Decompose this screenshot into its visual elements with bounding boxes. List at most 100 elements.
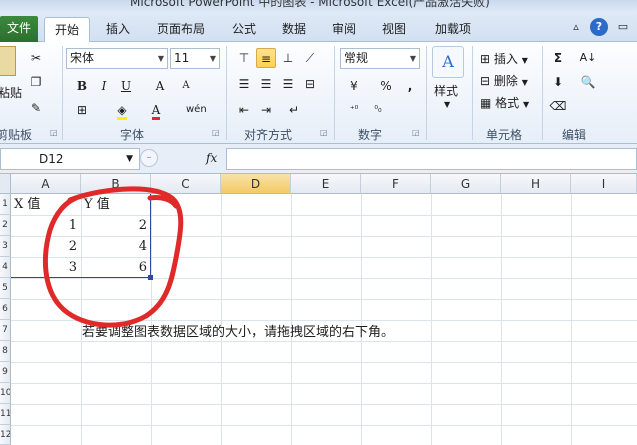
sort-filter-icon[interactable]: A↓ [578,48,598,68]
insert-cells-button[interactable]: ⊞ 插入 ▼ [480,50,528,67]
font-color-icon[interactable]: A [146,100,166,120]
formula-input[interactable] [226,148,637,170]
tab-home[interactable]: 开始 [44,17,90,43]
group-divider [334,46,335,140]
shrink-font-button[interactable]: A [176,76,196,96]
chevron-down-icon: ▼ [126,154,133,164]
increase-decimal-icon[interactable]: ⁺⁰ [344,100,364,120]
copy-icon[interactable]: ❐ [26,72,46,92]
insert-function-button[interactable]: fx [206,151,217,165]
window-restore-icon[interactable]: ▭ [614,18,632,36]
increase-indent-icon[interactable]: ⇥ [256,100,276,120]
group-divider [62,46,63,140]
font-group-label: 字体 [120,128,145,142]
align-right-icon[interactable]: ☰ [278,74,298,94]
align-top-icon[interactable]: ⊤ [234,48,254,68]
alignment-launcher-icon[interactable]: ◲ [320,128,328,137]
font-launcher-icon[interactable]: ◲ [212,128,220,137]
chevron-down-icon: ▼ [521,78,528,87]
chevron-down-icon: ▼ [209,54,216,63]
alignment-group-label: 对齐方式 [244,128,293,142]
fill-color-icon[interactable]: ◈ [112,100,132,120]
align-bottom-icon[interactable]: ⊥ [278,48,298,68]
number-format-combo[interactable]: 常规 ▼ [340,48,420,69]
cells-group-label: 单元格 [486,128,523,142]
bold-button[interactable]: B [72,76,92,96]
excel-window: Microsoft PowerPoint 中的图表 - Microsoft Ex… [0,0,637,445]
font-name-value: 宋体 [70,51,95,65]
group-divider [542,46,543,140]
group-divider [426,46,427,140]
name-box[interactable]: D12 ▼ [0,148,140,170]
autosum-button[interactable]: Σ [548,48,568,68]
tab-file[interactable]: 文件 [0,16,38,42]
minimize-ribbon-icon[interactable]: ▵ [567,18,585,36]
tab-page-layout[interactable]: 页面布局 [146,17,216,42]
styles-icon[interactable]: A [432,46,464,78]
align-left-icon[interactable]: ☰ [234,74,254,94]
italic-button[interactable]: I [94,76,114,96]
fill-icon[interactable]: ⬇ [548,72,568,92]
clipboard-group-label: 剪贴板 [0,128,33,142]
delete-cells-icon: ⊟ [480,74,494,88]
font-name-combo[interactable]: 宋体 ▼ [66,48,168,69]
font-size-value: 11 [174,51,190,65]
styles-button-label[interactable]: 样式 [434,82,458,99]
help-icon[interactable]: ? [590,18,608,36]
paste-icon[interactable] [0,46,16,76]
tab-data[interactable]: 数据 [272,17,316,42]
group-divider [226,46,227,140]
merge-center-icon[interactable]: ⊟ [300,74,320,94]
percent-button[interactable]: % [376,76,396,96]
number-launcher-icon[interactable]: ◲ [412,128,420,137]
clipboard-launcher-icon[interactable]: ◲ [50,128,58,137]
chevron-down-icon: ▼ [444,100,451,109]
wrap-text-icon[interactable]: ↵ [284,100,304,120]
name-box-value: D12 [39,152,64,166]
border-icon[interactable]: ⊞ [72,100,92,120]
formula-cancel-icon[interactable]: – [140,149,158,167]
format-cells-icon: ▦ [480,96,496,110]
paste-label[interactable]: 粘贴 [0,84,22,101]
number-format-value: 常规 [344,51,369,65]
chevron-down-icon: ▼ [523,100,530,109]
tab-view[interactable]: 视图 [372,17,416,42]
tab-formulas[interactable]: 公式 [222,17,266,42]
decrease-indent-icon[interactable]: ⇤ [234,100,254,120]
ribbon-home: 粘贴 ✂ ❐ ✎ 剪贴板 ◲ 宋体 ▼ 11 ▼ B I U A A ⊞ ◈ A… [0,42,637,144]
delete-cells-button[interactable]: ⊟ 删除 ▼ [480,72,528,89]
format-cells-button[interactable]: ▦ 格式 ▼ [480,94,529,111]
window-title: Microsoft PowerPoint 中的图表 - Microsoft Ex… [130,0,490,9]
worksheet-grid[interactable]: A B C D E F G H I 1 2 3 4 5 6 7 8 9 10 1… [0,174,637,445]
tab-addins[interactable]: 加载项 [424,17,482,42]
currency-icon[interactable]: ¥ [344,76,364,96]
tab-insert[interactable]: 插入 [96,17,140,42]
title-bar: Microsoft PowerPoint 中的图表 - Microsoft Ex… [0,0,637,12]
chevron-down-icon: ▼ [409,54,416,63]
ribbon-tabs: 文件 开始 插入 页面布局 公式 数据 审阅 视图 加载项 ▵ ? ▭ [0,12,637,43]
align-center-icon[interactable]: ☰ [256,74,276,94]
orientation-icon[interactable]: ⟋ [300,48,320,68]
delete-cells-label: 删除 [493,74,518,88]
format-cells-label: 格式 [495,96,520,110]
editing-group-label: 编辑 [562,128,587,142]
insert-cells-icon: ⊞ [480,52,494,66]
group-divider [472,46,473,140]
cut-icon[interactable]: ✂ [26,48,46,68]
decrease-decimal-icon[interactable]: ⁰₀ [368,100,388,120]
align-middle-icon[interactable]: ≡ [256,48,276,68]
phonetic-button[interactable]: wén [186,100,207,120]
format-painter-icon[interactable]: ✎ [26,98,46,118]
clear-icon[interactable]: ⌫ [548,96,568,116]
grow-font-button[interactable]: A [150,76,170,96]
underline-button[interactable]: U [116,76,136,96]
tab-review[interactable]: 审阅 [322,17,366,42]
insert-cells-label: 插入 [493,52,518,66]
chevron-down-icon: ▼ [157,54,164,63]
chevron-down-icon: ▼ [521,56,528,65]
red-annotation-circle [42,186,184,328]
find-select-icon[interactable]: 🔍 [578,72,598,92]
font-size-combo[interactable]: 11 ▼ [170,48,220,69]
comma-button[interactable]: , [400,76,420,96]
formula-bar: D12 ▼ – fx [0,144,637,174]
